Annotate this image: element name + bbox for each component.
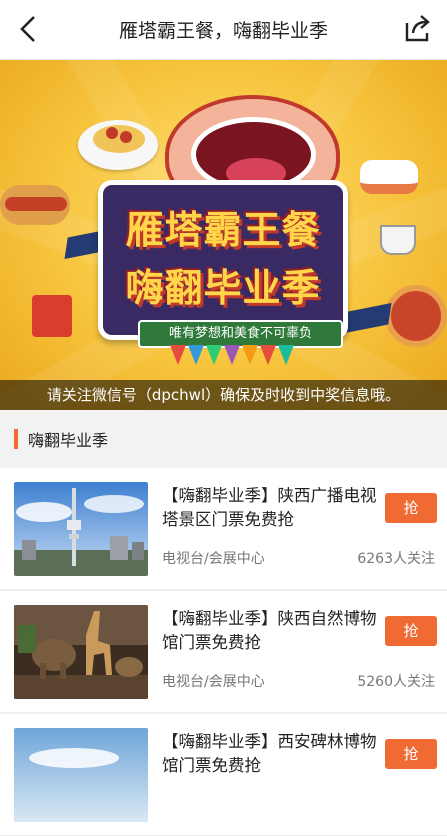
grab-button[interactable]: 抢 (385, 493, 437, 523)
list-item[interactable]: 【嗨翻毕业季】陕西广播电视塔景区门票免费抢 电视台/会展中心 6263人关注 抢 (0, 468, 447, 590)
item-category: 电视台/会展中心 (162, 551, 265, 567)
list-item[interactable]: 【嗨翻毕业季】陕西自然博物馆门票免费抢 电视台/会展中心 5260人关注 抢 (0, 591, 447, 713)
list-item[interactable]: 【嗨翻毕业季】西安碑林博物馆门票免费抢 抢 (0, 714, 447, 836)
tv-tower-thumbnail (14, 482, 148, 576)
pie-illustration (385, 285, 447, 347)
sushi-illustration (360, 160, 418, 194)
item-follow-count: 6263人关注 (357, 551, 435, 567)
banner-headline-1: 雁塔霸王餐 (125, 208, 321, 252)
item-title[interactable]: 【嗨翻毕业季】西安碑林博物馆门票免费抢 (162, 730, 377, 778)
banner-headline-2: 嗨翻毕业季 (125, 266, 321, 310)
grab-button[interactable]: 抢 (385, 616, 437, 646)
grab-button[interactable]: 抢 (385, 739, 437, 769)
item-category: 电视台/会展中心 (162, 674, 265, 690)
banner-sign: 雁塔霸王餐 嗨翻毕业季 (98, 180, 348, 340)
share-icon[interactable] (403, 13, 433, 43)
section-header: 嗨翻毕业季 (0, 410, 447, 468)
item-follow-count: 5260人关注 (357, 674, 435, 690)
museum-sky-thumbnail (14, 728, 148, 822)
museum-exhibit-thumbnail (14, 605, 148, 699)
page-title: 雁塔霸王餐，嗨翻毕业季 (118, 20, 328, 42)
back-arrow-icon[interactable] (14, 14, 44, 44)
item-title[interactable]: 【嗨翻毕业季】陕西广播电视塔景区门票免费抢 (162, 484, 377, 532)
hotdog-illustration (0, 185, 70, 225)
promo-banner[interactable]: 雁塔霸王餐 嗨翻毕业季 唯有梦想和美食不可辜负 请关注微信号（dpchwl）确保… (0, 60, 447, 410)
coffee-cup-illustration (380, 225, 416, 255)
banner-ribbon: 唯有梦想和美食不可辜负 (138, 320, 343, 348)
section-accent-bar (14, 429, 18, 449)
spaghetti-illustration (93, 125, 145, 153)
banner-notice: 请关注微信号（dpchwl）确保及时收到中奖信息哦。 (0, 380, 447, 410)
gift-illustration (32, 295, 72, 337)
top-nav-bar: 雁塔霸王餐，嗨翻毕业季 (0, 0, 447, 60)
bunting-flags (170, 345, 300, 370)
item-title[interactable]: 【嗨翻毕业季】陕西自然博物馆门票免费抢 (162, 607, 377, 655)
section-title: 嗨翻毕业季 (28, 431, 109, 450)
